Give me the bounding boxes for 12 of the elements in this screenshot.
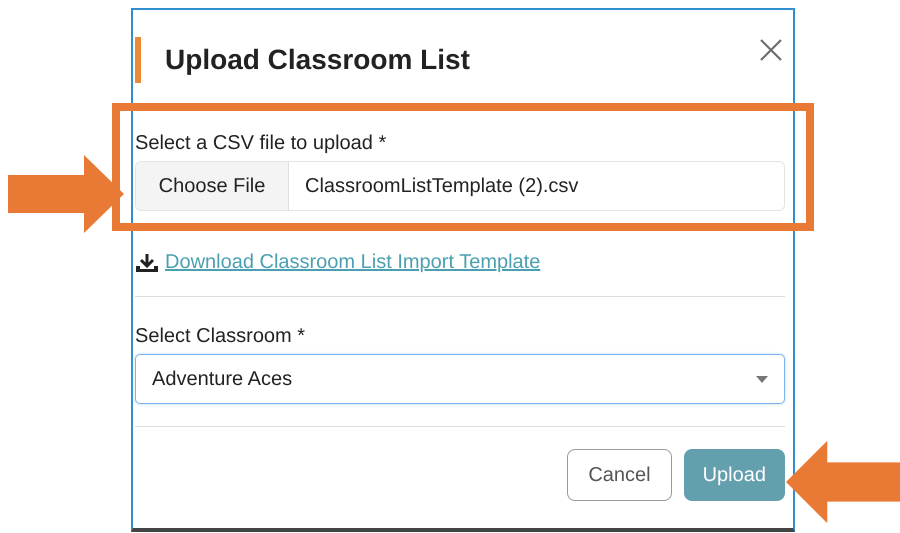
- file-input[interactable]: Choose File ClassroomListTemplate (2).csv: [135, 161, 785, 211]
- arrow-icon: [8, 155, 124, 233]
- accent-bar: [135, 37, 141, 83]
- download-icon: [135, 252, 159, 272]
- field-label: Select a CSV file to upload *: [135, 132, 388, 155]
- close-icon[interactable]: [759, 38, 783, 62]
- field-label: Select Classroom *: [135, 325, 306, 348]
- dialog-title: Upload Classroom List: [165, 44, 470, 76]
- caret-icon: [756, 376, 768, 382]
- arrow-icon: [786, 440, 900, 524]
- cancel-button[interactable]: Cancel: [567, 449, 672, 501]
- classroom-select[interactable]: Adventure Aces: [135, 354, 785, 404]
